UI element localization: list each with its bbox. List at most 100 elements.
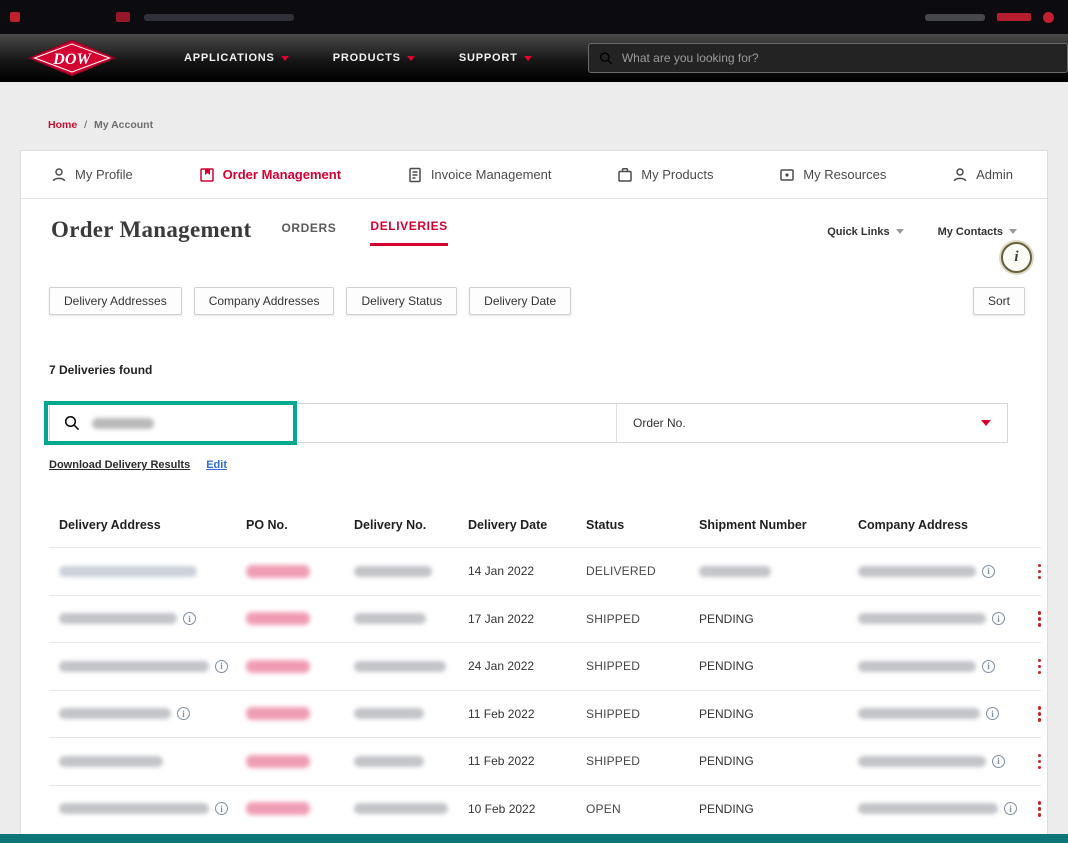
info-icon[interactable]: i <box>982 565 995 578</box>
redacted-delivery-address <box>59 803 209 814</box>
tab-admin[interactable]: Admin <box>952 167 1013 183</box>
status: DELIVERED <box>586 564 699 578</box>
invoice-icon <box>407 167 423 183</box>
site-search-input[interactable] <box>622 51 1057 65</box>
person-icon <box>51 167 67 183</box>
filter-delivery-date[interactable]: Delivery Date <box>469 287 571 315</box>
menu-applications[interactable]: APPLICATIONS <box>184 52 289 64</box>
order-no-dropdown[interactable]: Order No. <box>617 404 1007 442</box>
links-row: Download Delivery Results Edit <box>49 459 227 471</box>
titlebar-badge-icon <box>997 13 1031 21</box>
redacted-search-text <box>92 418 154 429</box>
redacted-company-address <box>858 756 986 767</box>
row-menu-icon[interactable] <box>1038 754 1042 770</box>
row-menu-icon[interactable] <box>1038 706 1042 722</box>
info-icon: i <box>1014 249 1018 266</box>
table-row[interactable]: i 10 Feb 2022 OPEN PENDING i <box>49 785 1041 833</box>
info-icon[interactable]: i <box>215 802 228 815</box>
info-icon[interactable]: i <box>982 660 995 673</box>
breadcrumb: Home / My Account <box>48 119 153 131</box>
tab-my-resources[interactable]: My Resources <box>779 167 886 183</box>
download-delivery-results-link[interactable]: Download Delivery Results <box>49 459 190 471</box>
row-menu-icon[interactable] <box>1038 611 1042 627</box>
edit-link[interactable]: Edit <box>206 459 227 471</box>
shipment-number: PENDING <box>699 659 858 673</box>
delivery-date: 11 Feb 2022 <box>468 754 586 768</box>
redacted-company-address <box>858 708 980 719</box>
shipment-number: PENDING <box>699 707 858 721</box>
order-no-label: Order No. <box>633 416 686 430</box>
my-contacts-dropdown[interactable]: My Contacts <box>938 226 1017 238</box>
table-row[interactable]: 14 Jan 2022 DELIVERED i <box>49 547 1041 595</box>
status: SHIPPED <box>586 659 699 673</box>
filter-delivery-status[interactable]: Delivery Status <box>346 287 457 315</box>
row-menu-icon[interactable] <box>1038 801 1042 817</box>
redacted-delivery-no <box>354 708 424 719</box>
redacted-company-address <box>858 566 976 577</box>
col-po-no: PO No. <box>246 518 354 532</box>
sort-button[interactable]: Sort <box>973 287 1025 315</box>
info-icon[interactable]: i <box>992 755 1005 768</box>
chevron-down-icon <box>281 56 289 61</box>
info-icon[interactable]: i <box>986 707 999 720</box>
titlebar-icon <box>116 12 130 22</box>
tab-invoice-management[interactable]: Invoice Management <box>407 167 552 183</box>
breadcrumb-home-link[interactable]: Home <box>48 119 77 131</box>
dow-logo[interactable]: DOW <box>28 38 116 78</box>
info-icon[interactable]: i <box>183 612 196 625</box>
quick-links-dropdown[interactable]: Quick Links <box>827 226 903 238</box>
info-icon[interactable]: i <box>215 660 228 673</box>
row-menu-icon[interactable] <box>1038 564 1042 580</box>
menu-products[interactable]: PRODUCTS <box>333 52 415 64</box>
info-icon[interactable]: i <box>992 612 1005 625</box>
subtab-deliveries[interactable]: DELIVERIES <box>370 219 447 246</box>
subtabs: ORDERS DELIVERIES <box>281 219 447 246</box>
menu-label: APPLICATIONS <box>184 52 275 64</box>
redacted-delivery-address <box>59 613 177 624</box>
chevron-down-icon <box>1009 229 1017 234</box>
my-contacts-label: My Contacts <box>938 226 1003 238</box>
redacted-company-address <box>858 613 986 624</box>
resources-icon <box>779 167 795 183</box>
redacted-po-no <box>246 755 310 768</box>
search-icon <box>64 415 80 431</box>
shipment-number: PENDING <box>699 754 858 768</box>
col-delivery-date: Delivery Date <box>468 518 586 532</box>
account-tab-bar: My Profile Order Management Invoice Mana… <box>21 151 1047 199</box>
menu-support[interactable]: SUPPORT <box>459 52 532 64</box>
redacted-po-no <box>246 612 310 625</box>
delivery-date: 14 Jan 2022 <box>468 564 586 578</box>
row-menu-icon[interactable] <box>1038 659 1042 675</box>
record-dot-icon <box>10 12 20 22</box>
redacted-delivery-address <box>59 566 197 577</box>
tab-order-management[interactable]: Order Management <box>199 167 341 183</box>
info-icon[interactable]: i <box>177 707 190 720</box>
titlebar-text-redacted <box>144 14 294 21</box>
tab-my-profile[interactable]: My Profile <box>51 167 133 183</box>
chevron-down-icon <box>896 229 904 234</box>
titlebar-close-icon[interactable] <box>1043 12 1054 23</box>
col-delivery-address: Delivery Address <box>59 518 246 532</box>
tab-my-products[interactable]: My Products <box>617 167 713 183</box>
tab-label: Admin <box>976 167 1013 182</box>
filter-company-addresses[interactable]: Company Addresses <box>194 287 335 315</box>
screen: DOW APPLICATIONS PRODUCTS SUPPORT <box>0 0 1068 843</box>
subtab-orders[interactable]: ORDERS <box>281 221 336 245</box>
help-info-button[interactable]: i <box>1001 242 1032 273</box>
redacted-delivery-no <box>354 803 448 814</box>
site-search-box[interactable] <box>588 43 1068 73</box>
table-row[interactable]: 11 Feb 2022 SHIPPED PENDING i <box>49 737 1041 785</box>
delivery-search-input[interactable] <box>50 404 617 442</box>
table-row[interactable]: i 24 Jan 2022 SHIPPED PENDING i <box>49 642 1041 690</box>
tab-label: My Products <box>641 167 713 182</box>
person-icon <box>952 167 968 183</box>
results-count: 7 Deliveries found <box>49 363 152 377</box>
table-header: Delivery Address PO No. Delivery No. Del… <box>49 503 1041 547</box>
table-row[interactable]: i 11 Feb 2022 SHIPPED PENDING i <box>49 690 1041 738</box>
info-icon[interactable]: i <box>1004 802 1017 815</box>
filter-delivery-addresses[interactable]: Delivery Addresses <box>49 287 182 315</box>
redacted-delivery-no <box>354 661 446 672</box>
briefcase-icon <box>617 167 633 183</box>
table-row[interactable]: i 17 Jan 2022 SHIPPED PENDING i <box>49 595 1041 643</box>
delivery-date: 10 Feb 2022 <box>468 802 586 816</box>
